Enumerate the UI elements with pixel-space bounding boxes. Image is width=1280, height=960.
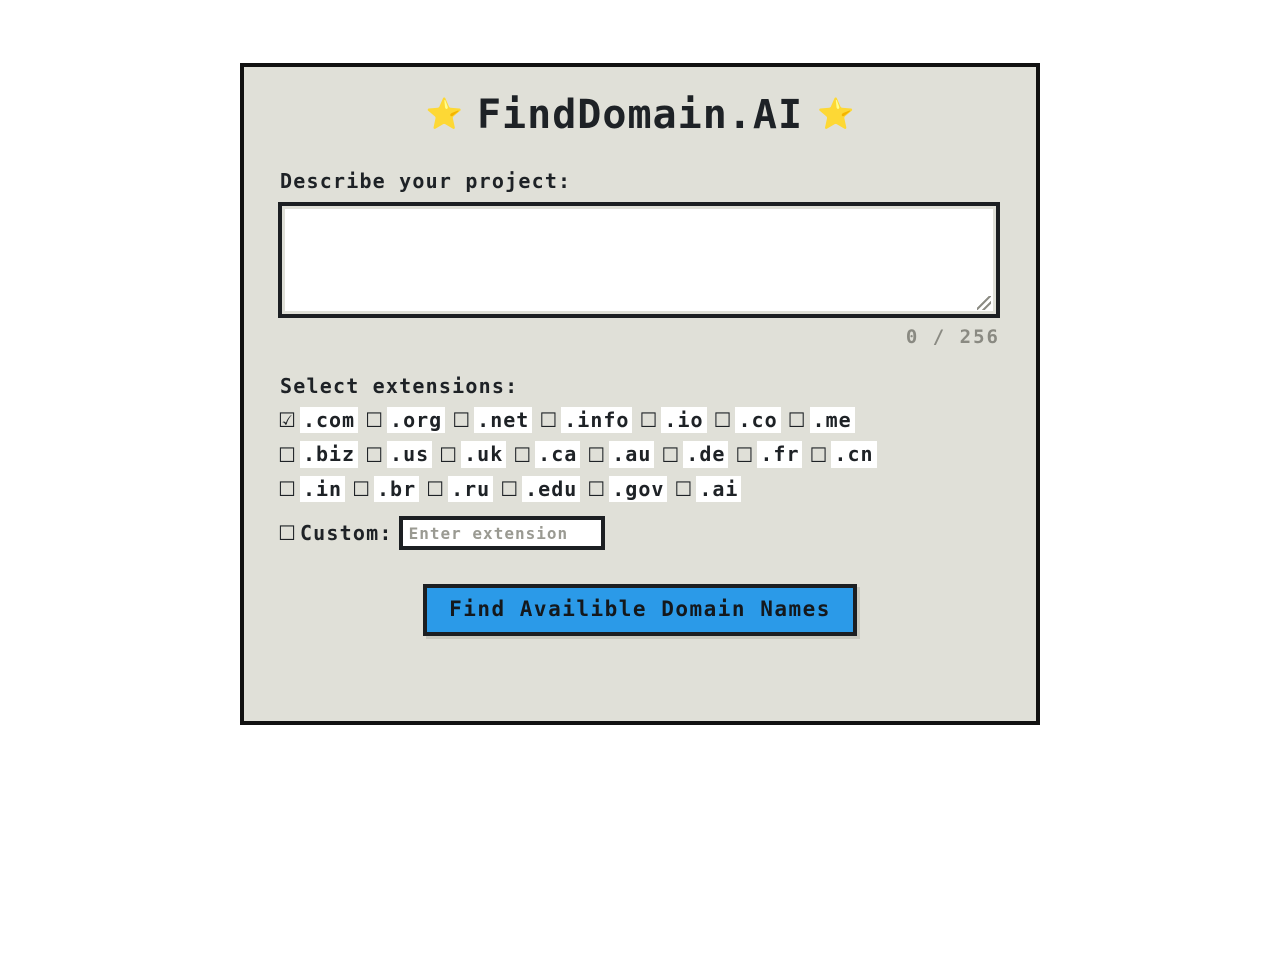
extension-option-net[interactable]: ☐ .net <box>452 407 533 434</box>
extension-label: .biz <box>299 441 359 468</box>
panel-inner: ⭐ FindDomain.AI ⭐ Describe your project: 0… <box>244 67 1036 721</box>
extension-option-br[interactable]: ☐ .br <box>352 475 420 503</box>
star-icon-left: ⭐ <box>425 97 463 132</box>
star-icon-right: ⭐ <box>817 97 855 132</box>
extension-option-org[interactable]: ☐ .org <box>365 407 446 434</box>
extension-option-edu[interactable]: ☐ .edu <box>500 475 581 503</box>
extensions-section: Select extensions: ☑ .com ☐ .org ☐ .net ☐ .info… <box>278 374 1002 551</box>
extension-checkbox-au[interactable]: ☐ <box>587 445 605 465</box>
extension-checkbox-co[interactable]: ☐ <box>714 410 732 430</box>
extension-option-me[interactable]: ☐ .me <box>788 407 855 434</box>
extension-label: .in <box>299 475 346 503</box>
custom-extension-input-container <box>398 516 605 551</box>
extension-label: .fr <box>757 441 803 468</box>
extension-label: .br <box>374 475 420 503</box>
extension-checkbox-cn[interactable]: ☐ <box>809 445 827 465</box>
extension-rows: ☑ .com ☐ .org ☐ .net ☐ .info ☐ .io ☐ .co ☐ .me ☐ .biz ☐.… <box>278 407 1002 503</box>
extension-label: .gov <box>609 475 668 503</box>
extension-label: .ru <box>448 475 494 503</box>
extension-label: .co <box>735 407 781 434</box>
extension-checkbox-fr[interactable]: ☐ <box>735 445 753 465</box>
extension-label: .net <box>474 407 533 434</box>
extension-label: .me <box>809 407 855 434</box>
describe-label: Describe your project: <box>280 169 572 193</box>
extension-label: .com <box>299 407 359 434</box>
extension-checkbox-de[interactable]: ☐ <box>661 445 679 465</box>
extension-option-de[interactable]: ☐ .de <box>661 441 729 468</box>
extension-label: .de <box>683 441 729 468</box>
extension-row: ☐ .in ☐ .br ☐ .ru ☐ .edu ☐ .gov ☐ .ai <box>278 475 1002 503</box>
extension-checkbox-br[interactable]: ☐ <box>352 479 370 499</box>
extension-option-biz[interactable]: ☐ .biz <box>278 441 359 468</box>
extension-row: ☐ .biz ☐ .us ☐ .uk ☐ .ca ☐ .au ☐ .de ☐ .fr ☐ .cn <box>278 441 1002 468</box>
custom-extension-input[interactable] <box>404 523 599 543</box>
extension-option-au[interactable]: ☐ .au <box>587 441 655 468</box>
extension-label: .ai <box>696 475 742 503</box>
extension-checkbox-ru[interactable]: ☐ <box>426 479 444 499</box>
extension-option-ai[interactable]: ☐ .ai <box>674 475 742 503</box>
extension-checkbox-us[interactable]: ☐ <box>365 445 383 465</box>
extension-checkbox-gov[interactable]: ☐ <box>587 479 605 499</box>
app-title-text: FindDomain.AI <box>476 92 804 138</box>
extensions-label: Select extensions: <box>280 374 519 398</box>
extension-label: .cn <box>831 441 877 468</box>
extension-option-ru[interactable]: ☐ .ru <box>426 475 494 503</box>
custom-extension-label: Custom: <box>299 521 393 546</box>
extension-option-io[interactable]: ☐ .io <box>639 407 707 434</box>
extension-label: .io <box>661 407 707 434</box>
extension-checkbox-com[interactable]: ☑ <box>278 410 296 430</box>
extension-option-fr[interactable]: ☐ .fr <box>735 441 803 468</box>
find-domains-button[interactable]: Find Availible Domain Names <box>423 584 857 637</box>
extension-label: .us <box>387 441 433 468</box>
extension-label: .edu <box>522 475 581 503</box>
extension-checkbox-biz[interactable]: ☐ <box>278 445 296 465</box>
extension-row: ☑ .com ☐ .org ☐ .net ☐ .info ☐ .io ☐ .co ☐ .me <box>278 407 1002 434</box>
extension-label: .info <box>561 407 633 434</box>
extension-checkbox-io[interactable]: ☐ <box>639 410 657 430</box>
extension-option-cn[interactable]: ☐ .cn <box>809 441 877 468</box>
extension-option-gov[interactable]: ☐ .gov <box>587 475 668 503</box>
extension-option-in[interactable]: ☐ .in <box>278 475 346 503</box>
describe-textarea-container <box>278 202 1000 318</box>
extension-checkbox-net[interactable]: ☐ <box>452 410 470 430</box>
describe-project-input[interactable] <box>285 209 993 311</box>
extension-label: .au <box>609 441 655 468</box>
page-title: ⭐ FindDomain.AI ⭐ <box>278 95 1002 135</box>
extension-option-us[interactable]: ☐ .us <box>365 441 433 468</box>
extension-checkbox-edu[interactable]: ☐ <box>500 479 518 499</box>
extension-checkbox-ai[interactable]: ☐ <box>674 479 692 499</box>
extension-label: .org <box>387 407 446 434</box>
extension-checkbox-org[interactable]: ☐ <box>365 410 383 430</box>
extension-checkbox-in[interactable]: ☐ <box>278 479 296 499</box>
custom-extension-row: ☐ Custom: <box>278 516 1002 551</box>
extension-label: .uk <box>461 441 507 468</box>
extension-option-com[interactable]: ☑ .com <box>278 407 359 434</box>
extension-checkbox-ca[interactable]: ☐ <box>513 445 531 465</box>
extension-checkbox-uk[interactable]: ☐ <box>439 445 457 465</box>
submit-row: Find Availible Domain Names <box>278 584 1002 637</box>
extension-label: .ca <box>535 441 581 468</box>
extension-checkbox-me[interactable]: ☐ <box>788 410 806 430</box>
extension-option-uk[interactable]: ☐ .uk <box>439 441 507 468</box>
extension-option-info[interactable]: ☐ .info <box>539 407 633 434</box>
character-counter: 0 / 256 <box>905 326 1000 348</box>
extension-option-ca[interactable]: ☐ .ca <box>513 441 581 468</box>
extension-checkbox-info[interactable]: ☐ <box>539 410 557 430</box>
extension-option-co[interactable]: ☐ .co <box>714 407 781 434</box>
app-panel: ⭐ FindDomain.AI ⭐ Describe your project: 0… <box>240 63 1040 725</box>
custom-extension-checkbox[interactable]: ☐ <box>278 523 296 543</box>
